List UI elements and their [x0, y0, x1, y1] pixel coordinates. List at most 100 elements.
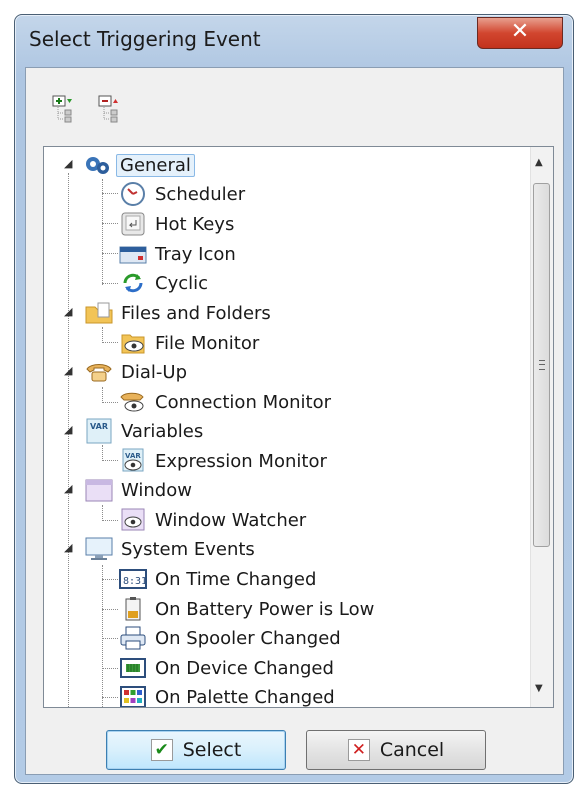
cycle-arrows-icon [118, 270, 148, 296]
tree-group-system-events[interactable]: System Events [84, 535, 258, 563]
tree-item-hot-keys[interactable]: Hot Keys [118, 210, 237, 238]
tree-line [102, 668, 118, 669]
digital-clock-icon: 8:31 [118, 566, 148, 592]
tree-line [102, 193, 118, 194]
tree-line [102, 565, 103, 707]
tree-label: Scheduler [155, 183, 246, 205]
tree-group-files-and-folders[interactable]: Files and Folders [84, 299, 274, 327]
tree-line [102, 342, 118, 343]
tree-item-scheduler[interactable]: Scheduler [118, 180, 248, 208]
tree-line [102, 579, 118, 580]
tree-label: Cyclic [155, 272, 209, 294]
monitor-icon [84, 536, 114, 562]
collapse-toggle[interactable]: ◢ [64, 483, 74, 494]
svg-text:8:31: 8:31 [123, 576, 147, 587]
tree-label: On Spooler Changed [155, 627, 341, 649]
tree-line [102, 327, 103, 343]
tree-label: Files and Folders [121, 302, 271, 324]
tree-line [102, 387, 103, 403]
battery-icon [118, 596, 148, 622]
tree-label: On Device Changed [155, 657, 334, 679]
select-button[interactable]: ✔ Select [106, 730, 286, 770]
tree-label: Connection Monitor [155, 391, 331, 413]
tree-line [102, 253, 118, 254]
window-icon [84, 477, 114, 503]
tree-label: System Events [121, 538, 255, 560]
tree-label: Dial-Up [121, 361, 187, 383]
svg-text:VAR: VAR [125, 452, 141, 460]
connection-monitor-icon [118, 389, 148, 415]
expand-all-button[interactable] [52, 94, 80, 124]
tree-label: Window Watcher [155, 509, 307, 531]
vertical-scrollbar[interactable]: ▲ ▼ [530, 147, 553, 707]
cancel-button[interactable]: ✕ Cancel [306, 730, 486, 770]
collapse-toggle[interactable]: ◢ [64, 306, 74, 317]
tree-item-cyclic[interactable]: Cyclic [118, 269, 211, 297]
scroll-thumb[interactable] [533, 183, 550, 547]
tree-line [102, 609, 118, 610]
collapse-toggle[interactable]: ◢ [64, 158, 74, 169]
tree-label: File Monitor [155, 332, 260, 354]
tree-line [102, 505, 103, 521]
tree-line [102, 460, 118, 461]
tree-item-on-battery-power-is-low[interactable]: On Battery Power is Low [118, 595, 377, 623]
gears-icon [82, 152, 112, 178]
checkmark-icon: ✔ [150, 739, 173, 761]
expression-monitor-icon: VAR [118, 448, 148, 474]
keyboard-key-icon [118, 211, 148, 237]
tree-item-on-spooler-changed[interactable]: On Spooler Changed [118, 624, 344, 652]
tree-group-variables[interactable]: VAR Variables [84, 417, 206, 445]
tree-group-general[interactable]: General [82, 151, 195, 179]
tree-line [102, 223, 118, 224]
select-button-label: Select [182, 739, 242, 761]
window-watcher-icon [118, 507, 148, 533]
grip-icon [539, 360, 545, 370]
window-title: Select Triggering Event [29, 27, 261, 51]
collapse-all-button[interactable] [98, 94, 126, 124]
tree-label: Hot Keys [155, 213, 235, 235]
tree-item-connection-monitor[interactable]: Connection Monitor [118, 388, 334, 416]
scroll-down-icon[interactable]: ▼ [535, 683, 543, 694]
tree-item-on-palette-changed[interactable]: On Palette Changed [118, 683, 338, 708]
tree-label: Window [121, 479, 192, 501]
event-tree[interactable]: ◢ General Scheduler Hot Keys Tray Icon C… [43, 146, 554, 708]
close-button[interactable]: ✕ [477, 17, 563, 49]
expand-all-icon [52, 95, 72, 123]
tree-line [102, 638, 118, 639]
tree-item-window-watcher[interactable]: Window Watcher [118, 506, 309, 534]
tree-label: On Time Changed [155, 568, 317, 590]
tree-line [68, 173, 69, 707]
file-monitor-icon [118, 330, 148, 356]
tree-label: Variables [121, 420, 204, 442]
tree-group-window[interactable]: Window [84, 476, 195, 504]
tree-group-dial-up[interactable]: Dial-Up [84, 358, 190, 386]
tree-item-expression-monitor[interactable]: VAR Expression Monitor [118, 447, 330, 475]
scroll-up-icon[interactable]: ▲ [535, 157, 543, 168]
tree-label: Tray Icon [155, 243, 236, 265]
collapse-toggle[interactable]: ◢ [64, 424, 74, 435]
tree-line [102, 697, 118, 698]
tree-line [102, 520, 118, 521]
collapse-all-icon [98, 95, 118, 123]
printer-icon [118, 625, 148, 651]
tree-line [102, 179, 103, 285]
variable-icon: VAR [84, 418, 114, 444]
tree-line [102, 283, 118, 284]
chip-icon [118, 655, 148, 681]
palette-icon [118, 684, 148, 707]
tree-item-on-time-changed[interactable]: 8:31 On Time Changed [118, 565, 319, 593]
collapse-toggle[interactable]: ◢ [64, 365, 74, 376]
folder-icon [84, 300, 114, 326]
tree-label: On Palette Changed [155, 686, 335, 708]
phone-icon [84, 359, 114, 385]
tree-item-tray-icon[interactable]: Tray Icon [118, 240, 239, 268]
svg-text:VAR: VAR [90, 422, 108, 431]
collapse-toggle[interactable]: ◢ [64, 542, 74, 553]
tree-item-file-monitor[interactable]: File Monitor [118, 329, 262, 357]
tree-item-on-device-changed[interactable]: On Device Changed [118, 654, 337, 682]
tree-label: Expression Monitor [155, 450, 327, 472]
tree-line [102, 402, 118, 403]
tree-label: General [116, 153, 195, 177]
dialog-body: ◢ General Scheduler Hot Keys Tray Icon C… [25, 67, 564, 775]
cancel-button-label: Cancel [379, 739, 445, 761]
